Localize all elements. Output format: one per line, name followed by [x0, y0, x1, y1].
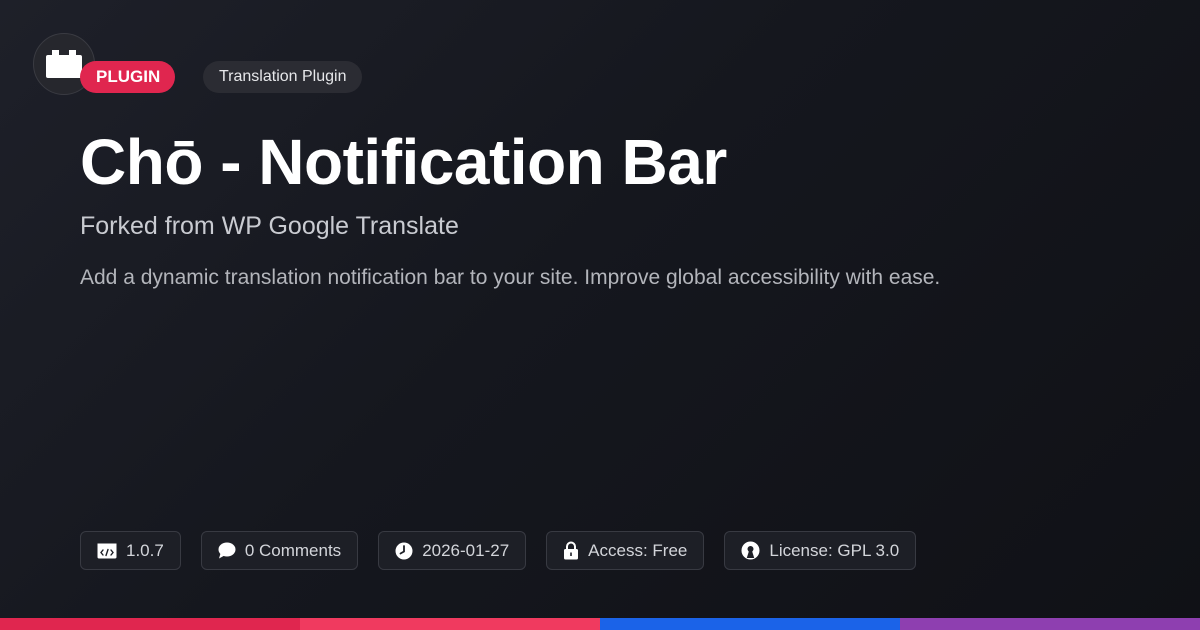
license-text: License: GPL 3.0: [769, 540, 900, 560]
comment-icon: [218, 542, 236, 559]
bottom-bar-segment: [0, 618, 300, 630]
clock-icon: [395, 542, 413, 559]
comments-chip[interactable]: 0 Comments: [200, 531, 359, 570]
bottom-bar-segment: [900, 618, 1200, 630]
date-chip: 2026-01-27: [378, 531, 527, 570]
page-subtitle: Forked from WP Google Translate: [80, 212, 459, 240]
plugin-badge: PLUGIN: [80, 61, 176, 93]
license-chip[interactable]: License: GPL 3.0: [724, 531, 917, 570]
category-badge[interactable]: Translation Plugin: [203, 61, 363, 93]
access-chip: Access: Free: [546, 531, 705, 570]
page-description: Add a dynamic translation notification b…: [80, 266, 941, 289]
access-text: Access: Free: [588, 540, 688, 560]
bottom-color-bar: [0, 618, 1200, 630]
bottom-bar-segment: [600, 618, 900, 630]
page-title: Chō - Notification Bar: [80, 126, 727, 198]
package-icon: [46, 50, 82, 78]
version-text: 1.0.7: [126, 540, 164, 560]
bottom-bar-segment: [300, 618, 600, 630]
meta-chips: 1.0.7 0 Comments 2026-01-27 Access: Free…: [80, 531, 917, 570]
open-source-icon: [741, 541, 760, 560]
code-icon: [97, 543, 117, 558]
version-chip: 1.0.7: [80, 531, 181, 570]
comments-text: 0 Comments: [244, 540, 342, 560]
date-text: 2026-01-27: [422, 540, 510, 560]
lock-icon: [564, 541, 579, 560]
